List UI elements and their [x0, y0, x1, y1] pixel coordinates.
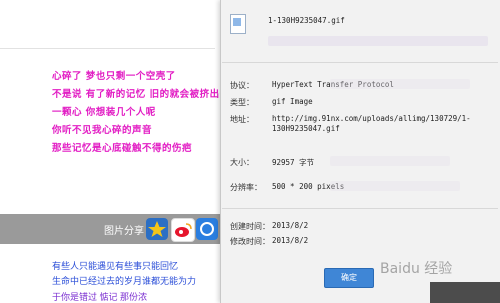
blurred-text-line: 于你是错过 惦记 那份浓: [52, 292, 148, 302]
poem-line: 一颗心 你想装几个人呢: [52, 107, 156, 118]
created-value: 2013/8/2: [272, 221, 309, 230]
weibo-share-icon[interactable]: [171, 218, 195, 242]
poem-line: 那些记忆是心底碰触不得的伤疤: [52, 143, 193, 154]
file-name: 1-130H9235047.gif: [268, 16, 345, 25]
blurred-area: [268, 36, 488, 46]
protocol-label: 协议：: [230, 81, 254, 90]
type-label: 类型：: [230, 98, 254, 107]
blurred-area: [330, 181, 460, 191]
divider: [0, 48, 215, 49]
blurred-text-line: 生命中已经过去的岁月谁都无能为力: [52, 276, 197, 286]
created-label: 创建时间：: [230, 222, 270, 231]
blurred-text-line: 有些人只能遇见有些事只能回忆: [52, 261, 179, 271]
poem-line: 不是说 有了新的记忆 旧的就会被挤出去: [52, 89, 230, 100]
modified-value: 2013/8/2: [272, 236, 309, 245]
modified-label: 修改时间：: [230, 237, 270, 246]
divider: [222, 208, 498, 209]
blurred-area: [330, 79, 470, 89]
poem-line: 心碎了 梦也只剩一个空壳了: [52, 71, 176, 82]
dark-overlay: [430, 282, 500, 303]
gif-file-icon: [230, 14, 246, 34]
qzone-share-icon[interactable]: [146, 218, 168, 240]
blurred-area: [330, 156, 450, 166]
resolution-label: 分辨率：: [230, 183, 262, 192]
size-label: 大小：: [230, 158, 254, 167]
tqq-share-icon[interactable]: [196, 218, 218, 240]
ok-button[interactable]: 确定: [324, 268, 374, 288]
share-label: 图片分享: [104, 226, 144, 237]
size-value: 92957 字节: [272, 158, 315, 167]
address-value[interactable]: http://img.91nx.com/uploads/allimg/13072…: [272, 114, 471, 123]
baidu-watermark: Baidu 经验: [380, 261, 453, 277]
address-value-cont[interactable]: 130H9235047.gif: [272, 124, 340, 133]
type-value: gif Image: [272, 97, 313, 106]
divider: [222, 62, 498, 63]
address-label: 地址：: [230, 115, 254, 124]
poem-line: 你听不见我心碎的声音: [52, 125, 153, 136]
